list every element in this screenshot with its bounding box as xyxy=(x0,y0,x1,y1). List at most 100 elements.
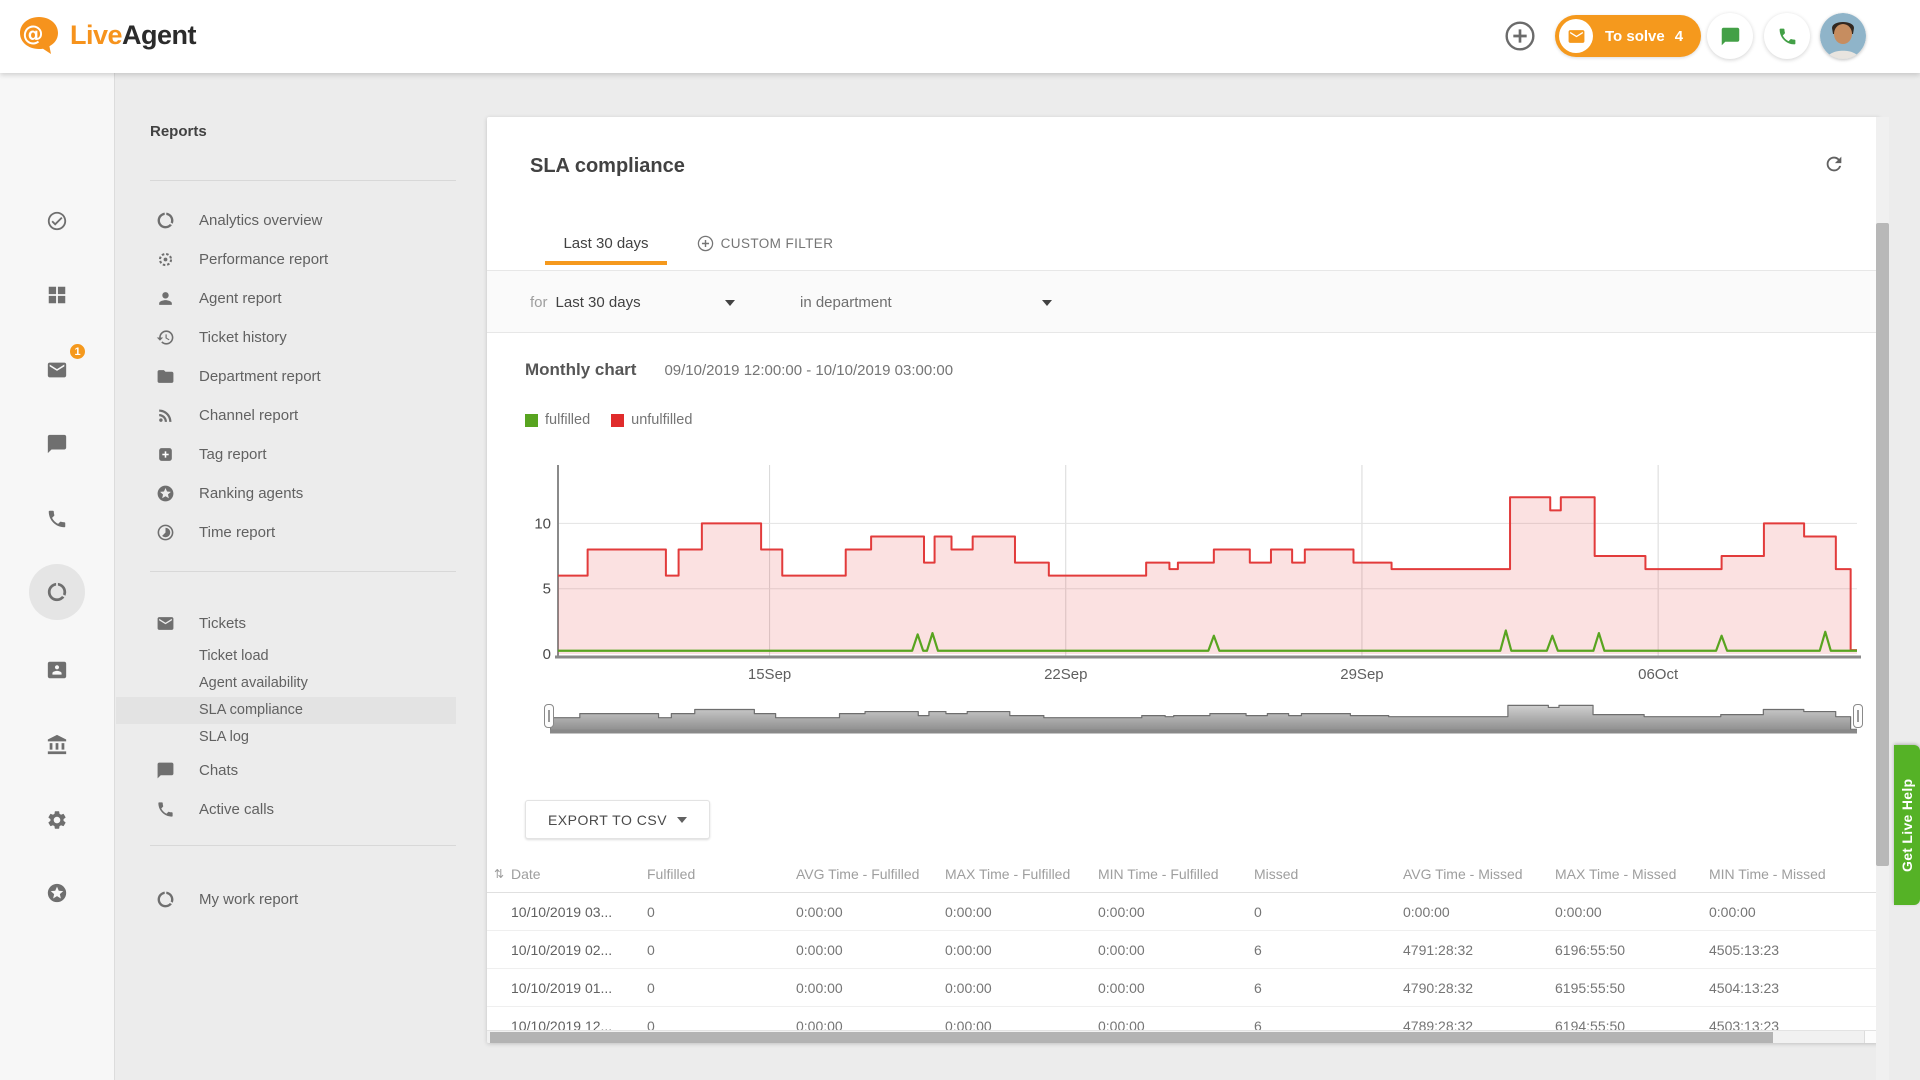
column-header-max-time-fulfilled[interactable]: MAX Time - Fulfilled xyxy=(945,866,1098,882)
top-bar: @ LiveAgent To solve 4 xyxy=(0,0,1920,73)
analytics-icon xyxy=(156,211,175,230)
contacts-icon xyxy=(46,659,68,681)
sidebar-item-performance-report[interactable]: Performance report xyxy=(116,240,456,279)
legend-label: fulfilled xyxy=(545,412,590,428)
vertical-scrollbar[interactable] xyxy=(1876,117,1889,1080)
sidebar-group-tickets[interactable]: Tickets xyxy=(116,604,456,643)
chart-range-slider[interactable] xyxy=(550,700,1857,734)
svg-text:22Sep: 22Sep xyxy=(1044,666,1087,683)
sort-icon[interactable]: ⇅ xyxy=(494,867,504,881)
rail-item-dashboard[interactable] xyxy=(35,273,79,317)
sidebar-item-channel-report[interactable]: Channel report xyxy=(116,396,456,435)
rail-item-calls[interactable] xyxy=(35,497,79,541)
sidebar-divider xyxy=(150,845,456,846)
rail-item-company[interactable] xyxy=(35,723,79,767)
table-cell: 0 xyxy=(647,980,796,996)
sidebar-item-agent-availability[interactable]: Agent availability xyxy=(116,670,456,697)
user-avatar[interactable] xyxy=(1820,13,1866,59)
column-header-avg-time-missed[interactable]: AVG Time - Missed xyxy=(1403,866,1555,882)
phone-button[interactable] xyxy=(1764,13,1810,59)
sidebar-group-active-calls[interactable]: Active calls xyxy=(116,790,456,829)
column-header-max-time-missed[interactable]: MAX Time - Missed xyxy=(1555,866,1709,882)
column-header-min-time-missed[interactable]: MIN Time - Missed xyxy=(1709,866,1880,882)
table-cell: 4505:13:23 xyxy=(1709,942,1880,958)
department-select[interactable]: in department xyxy=(800,271,1052,334)
refresh-icon[interactable] xyxy=(1823,153,1845,180)
chart-header: Monthly chart 09/10/2019 12:00:00 - 10/1… xyxy=(525,360,953,380)
table-row[interactable]: 10/10/2019 03...00:00:000:00:000:00:0000… xyxy=(487,893,1880,931)
column-header-fulfilled[interactable]: Fulfilled xyxy=(647,866,796,882)
reports-sidebar: ReportsAnalytics overviewPerformance rep… xyxy=(116,73,456,1080)
mail-icon xyxy=(1567,27,1586,46)
sidebar-item-my-work-report[interactable]: My work report xyxy=(116,880,456,919)
horizontal-scrollbar-thumb[interactable] xyxy=(490,1032,1773,1043)
legend-label: unfulfilled xyxy=(631,412,692,428)
table-cell: 6195:55:50 xyxy=(1555,980,1709,996)
sidebar-item-ticket-load[interactable]: Ticket load xyxy=(116,643,456,670)
phone-icon xyxy=(156,800,175,819)
svg-text:10: 10 xyxy=(534,515,551,532)
table-header-row: ⇅DateFulfilledAVG Time - FulfilledMAX Ti… xyxy=(487,856,1880,893)
tab-last-30-days-label: Last 30 days xyxy=(563,235,648,252)
export-to-csv-button[interactable]: EXPORT TO CSV xyxy=(525,800,710,839)
pluscircle-icon xyxy=(1504,20,1536,52)
stars-icon xyxy=(156,484,175,503)
column-header-min-time-fulfilled[interactable]: MIN Time - Fulfilled xyxy=(1098,866,1254,882)
sidebar-item-sla-log[interactable]: SLA log xyxy=(116,724,456,751)
rail-item-tasks[interactable] xyxy=(35,199,79,243)
tab-custom-filter[interactable]: CUSTOM FILTER xyxy=(690,221,840,265)
sidebar-item-tag-report[interactable]: Tag report xyxy=(116,435,456,474)
sidebar-item-time-report[interactable]: Time report xyxy=(116,513,456,552)
column-header-date[interactable]: ⇅Date xyxy=(511,866,647,882)
table-cell: 4790:28:32 xyxy=(1403,980,1555,996)
svg-text:15Sep: 15Sep xyxy=(748,666,791,683)
sla-table: ⇅DateFulfilledAVG Time - FulfilledMAX Ti… xyxy=(487,856,1880,1043)
chat-button[interactable] xyxy=(1707,13,1753,59)
for-value: Last 30 days xyxy=(556,294,641,311)
sidebar-item-ticket-history[interactable]: Ticket history xyxy=(116,318,456,357)
svg-text:@: @ xyxy=(23,22,44,46)
sidebar-item-performance-report-label: Performance report xyxy=(199,251,328,268)
chart-date-range: 09/10/2019 12:00:00 - 10/10/2019 03:00:0… xyxy=(664,362,953,379)
get-live-help-button[interactable]: Get Live Help xyxy=(1894,745,1920,905)
table-cell: 0 xyxy=(647,942,796,958)
rss-icon xyxy=(156,406,175,425)
table-row[interactable]: 10/10/2019 02...00:00:000:00:000:00:0064… xyxy=(487,931,1880,969)
rail-item-addons[interactable] xyxy=(35,871,79,915)
sidebar-item-ranking-agents[interactable]: Ranking agents xyxy=(116,474,456,513)
horizontal-scrollbar[interactable] xyxy=(487,1030,1880,1043)
sidebar-item-department-report[interactable]: Department report xyxy=(116,357,456,396)
tag-icon xyxy=(156,445,175,464)
legend-item-unfulfilled: unfulfilled xyxy=(611,412,692,428)
liveagent-logo[interactable]: @ LiveAgent xyxy=(16,12,196,58)
rail-item-contacts[interactable] xyxy=(35,648,79,692)
sidebar-item-sla-compliance[interactable]: SLA compliance xyxy=(116,697,456,724)
sidebar-item-analytics-overview[interactable]: Analytics overview xyxy=(116,201,456,240)
date-range-select[interactable]: for Last 30 days xyxy=(530,271,735,334)
rail-item-settings[interactable] xyxy=(35,798,79,842)
tab-last-30-days[interactable]: Last 30 days xyxy=(545,221,667,265)
table-row[interactable]: 10/10/2019 01...00:00:000:00:000:00:0064… xyxy=(487,969,1880,1007)
table-cell: 0:00:00 xyxy=(945,942,1098,958)
rail-item-chats[interactable] xyxy=(35,422,79,466)
range-slider-right-handle[interactable] xyxy=(1853,704,1863,728)
mail-icon xyxy=(156,614,175,633)
to-solve-button[interactable]: To solve 4 xyxy=(1555,15,1701,57)
svg-text:06Oct: 06Oct xyxy=(1638,666,1679,683)
rail-item-tickets[interactable]: 1 xyxy=(35,348,79,392)
table-cell: 0 xyxy=(1254,904,1403,920)
add-button[interactable] xyxy=(1497,13,1543,59)
table-cell: 0:00:00 xyxy=(1555,904,1709,920)
vertical-scrollbar-thumb[interactable] xyxy=(1876,223,1889,866)
department-value: in department xyxy=(800,294,892,311)
column-header-missed[interactable]: Missed xyxy=(1254,866,1403,882)
gear-icon xyxy=(46,809,68,831)
history-icon xyxy=(156,328,175,347)
sidebar-item-agent-report[interactable]: Agent report xyxy=(116,279,456,318)
sidebar-group-tickets-label: Tickets xyxy=(199,615,246,632)
rail-item-reports[interactable] xyxy=(35,570,79,614)
column-header-avg-time-fulfilled[interactable]: AVG Time - Fulfilled xyxy=(796,866,945,882)
range-slider-left-handle[interactable] xyxy=(544,704,554,728)
sidebar-group-chats[interactable]: Chats xyxy=(116,751,456,790)
sidebar-item-my-work-report-label: My work report xyxy=(199,891,298,908)
